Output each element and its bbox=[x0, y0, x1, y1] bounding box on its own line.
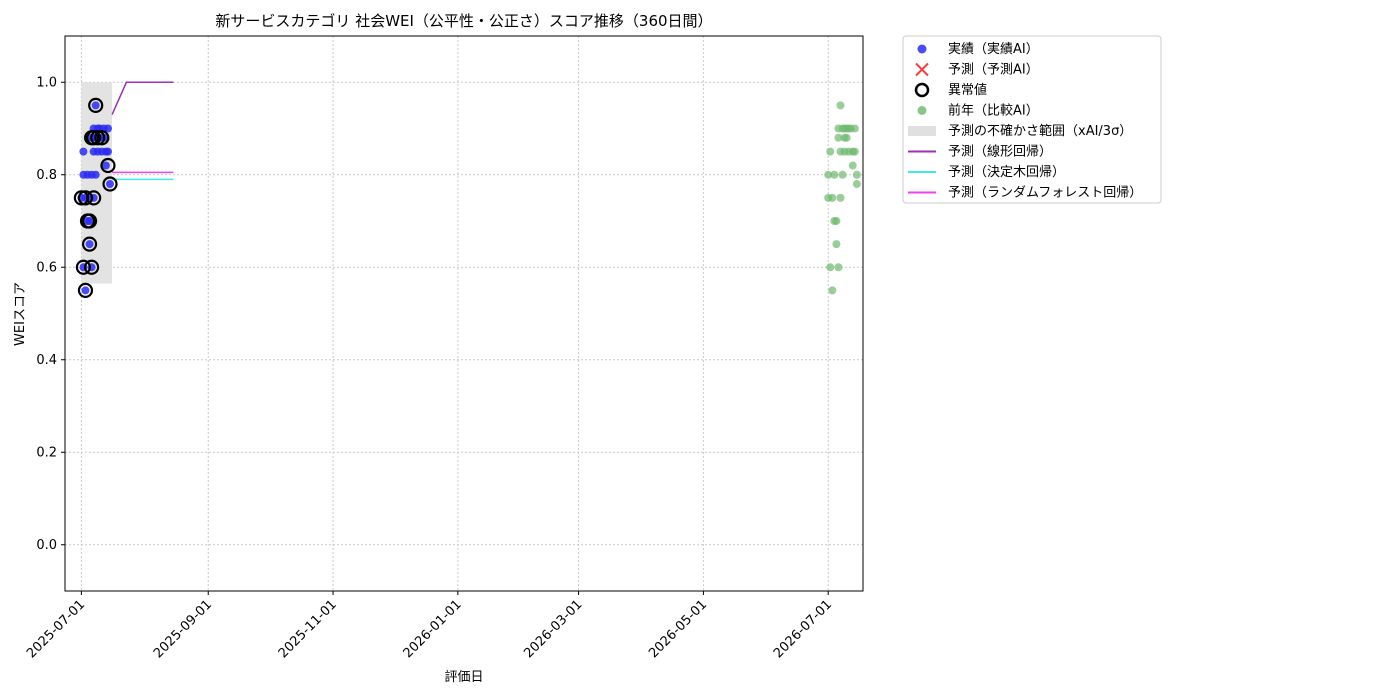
previous-year-point bbox=[838, 170, 847, 179]
actual-point bbox=[79, 147, 88, 156]
legend-marker-dot bbox=[917, 106, 927, 115]
previous-year-point bbox=[826, 147, 835, 156]
x-tick-label: 2025-07-01 bbox=[24, 597, 88, 661]
y-tick-label: 0.6 bbox=[36, 260, 57, 275]
legend-label: 予測（ランダムフォレスト回帰） bbox=[948, 185, 1142, 201]
chart-title: 新サービスカテゴリ 社会WEI（公平性・公正さ）スコア推移（360日間） bbox=[215, 12, 712, 30]
x-tick-label: 2026-05-01 bbox=[646, 597, 710, 661]
previous-year-point bbox=[850, 124, 859, 133]
previous-year-point bbox=[830, 170, 839, 179]
previous-year-point bbox=[832, 240, 841, 249]
previous-year-point bbox=[832, 217, 841, 225]
previous-year-point bbox=[842, 133, 851, 142]
previous-year-point bbox=[836, 101, 845, 110]
actual-point bbox=[106, 180, 115, 188]
previous-year-point bbox=[836, 193, 845, 202]
actual-point bbox=[85, 240, 94, 249]
forecast-line bbox=[111, 81, 174, 115]
legend-marker-band bbox=[908, 126, 936, 136]
legend-label: 予測の不確かさ範囲（xAI/3σ） bbox=[948, 123, 1132, 139]
actual-point bbox=[91, 170, 100, 179]
actual-point bbox=[103, 147, 112, 156]
legend-label: 予測（線形回帰） bbox=[948, 144, 1052, 160]
legend-label: 異常値 bbox=[948, 82, 987, 98]
previous-year-point bbox=[852, 180, 861, 188]
y-tick-label: 0.2 bbox=[36, 445, 57, 460]
previous-year-point bbox=[826, 263, 835, 272]
actual-point bbox=[91, 101, 100, 110]
plot-frame bbox=[64, 35, 864, 592]
y-tick-label: 0.0 bbox=[36, 538, 57, 553]
chart-root: 0.0 0.2 0.4 0.6 0.8 1.0 2025-07-01 2025-09-01 20… bbox=[0, 0, 1400, 700]
actual-point bbox=[81, 286, 90, 295]
x-axis-title: 評価日 bbox=[444, 670, 483, 685]
previous-year-point bbox=[828, 193, 837, 202]
previous-year-point bbox=[828, 286, 837, 295]
legend-marker-dot bbox=[917, 44, 927, 54]
x-tick-label: 2026-07-01 bbox=[771, 597, 835, 661]
x-tick-label: 2026-01-01 bbox=[401, 597, 465, 661]
x-tick-label: 2025-09-01 bbox=[151, 597, 215, 661]
legend-label: 予測（決定木回帰） bbox=[948, 164, 1065, 180]
legend: 実績（実績AI） 予測（予測AI） 異常値前年（比較AI） 予測の不確かさ範囲（xAI… bbox=[902, 35, 1162, 204]
legend-label: 予測（予測AI） bbox=[948, 63, 1039, 78]
x-tick-label: 2026-03-01 bbox=[521, 597, 585, 661]
legend-label: 実績（実績AI） bbox=[948, 41, 1039, 57]
y-tick-label: 0.8 bbox=[36, 168, 57, 183]
previous-year-point bbox=[850, 147, 859, 156]
x-tick-label: 2025-11-01 bbox=[276, 597, 340, 661]
line-layer bbox=[111, 81, 174, 181]
y-tick-label: 1.0 bbox=[36, 75, 57, 90]
tick-layer: 0.0 0.2 0.4 0.6 0.8 1.0 2025-07-01 2025-09-01 20… bbox=[24, 75, 835, 661]
y-tick-label: 0.4 bbox=[36, 353, 57, 368]
y-axis-title: WEIスコア bbox=[13, 282, 28, 346]
previous-year-point bbox=[834, 263, 843, 272]
previous-year-point bbox=[848, 161, 857, 170]
chart-svg: 0.0 0.2 0.4 0.6 0.8 1.0 2025-07-01 2025-09-01 20… bbox=[13, 12, 1162, 685]
legend-label: 前年（比較AI） bbox=[948, 103, 1039, 119]
previous-year-point bbox=[852, 170, 861, 179]
grid-layer bbox=[65, 36, 863, 591]
